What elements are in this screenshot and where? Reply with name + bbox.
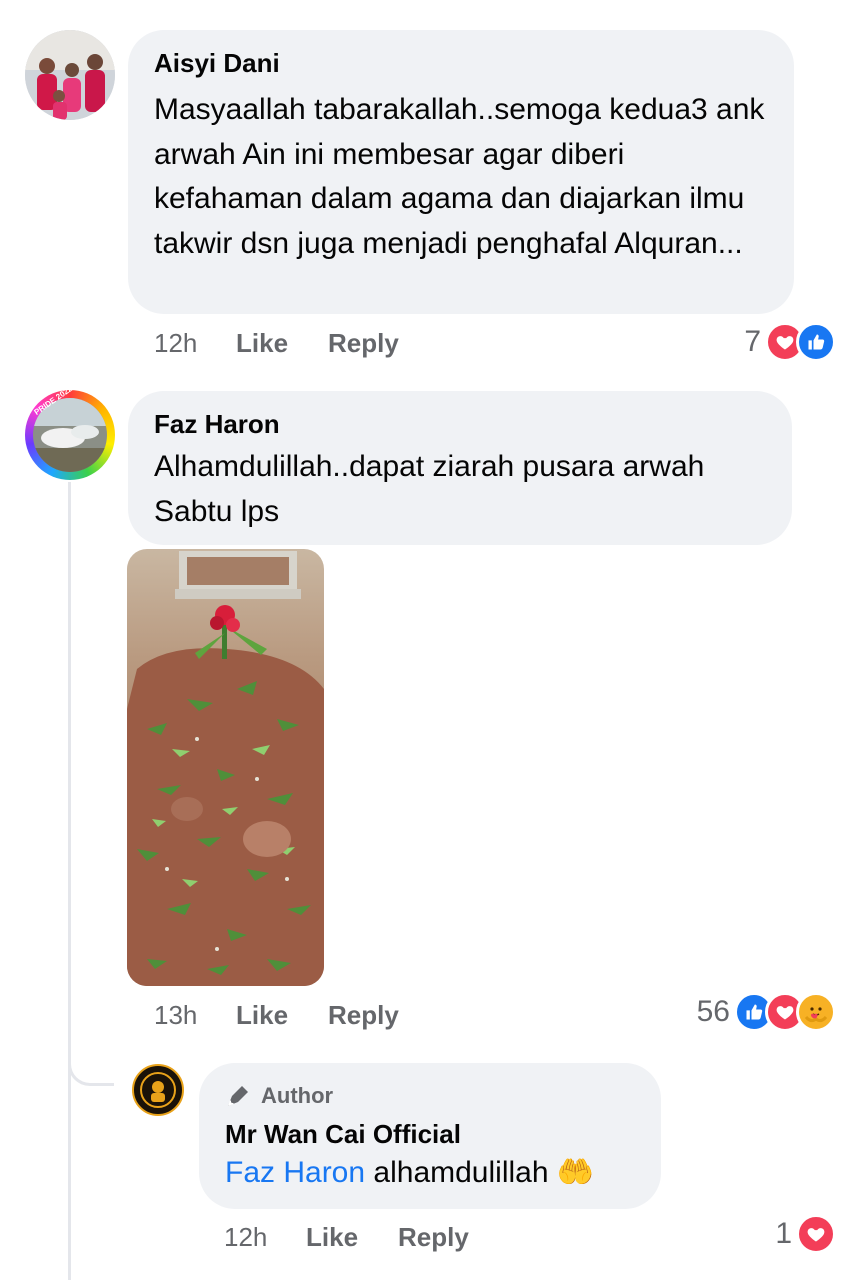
like-button[interactable]: Like xyxy=(236,328,328,359)
thread-line xyxy=(68,482,71,1280)
comment-time[interactable]: 12h xyxy=(154,328,236,359)
avatar-faz-haron[interactable]: PRIDE 2022 xyxy=(25,390,115,480)
reply-text-row: Faz Haron alhamdulillah 🤲 xyxy=(225,1153,594,1193)
reply-bubble[interactable]: Author Mr Wan Cai Official Faz Haron alh… xyxy=(199,1063,661,1209)
reaction-summary[interactable]: 1 xyxy=(775,1214,836,1254)
reply-text: alhamdulillah xyxy=(373,1156,549,1189)
reaction-count: 7 xyxy=(744,325,761,358)
love-icon xyxy=(796,1214,836,1254)
reply-actions: 12h Like Reply xyxy=(224,1220,469,1254)
mention-link[interactable]: Faz Haron xyxy=(225,1156,365,1189)
comment-text: Masyaallah tabarakallah..semoga kedua3 a… xyxy=(154,93,765,260)
comment-bubble[interactable]: Aisyi Dani Masyaallah tabarakallah..semo… xyxy=(128,30,794,314)
reply-time[interactable]: 12h xyxy=(224,1222,306,1253)
author-badge-label: Author xyxy=(261,1083,334,1108)
reply-button[interactable]: Reply xyxy=(328,328,399,359)
comment-time[interactable]: 13h xyxy=(154,1000,236,1031)
like-button[interactable]: Like xyxy=(306,1222,398,1253)
comment-text: Alhamdulillah..dapat ziarah pusara arwah… xyxy=(154,450,705,528)
like-icon xyxy=(796,322,836,362)
thread-branch xyxy=(68,1040,114,1086)
comment-actions: 12h Like Reply xyxy=(154,326,399,360)
care-icon xyxy=(796,992,836,1032)
reply-button[interactable]: Reply xyxy=(328,1000,399,1031)
open-hands-emoji-icon: 🤲 xyxy=(556,1155,595,1190)
author-badge: Author xyxy=(225,1083,333,1109)
avatar-aisyi-dani[interactable] xyxy=(25,30,115,120)
reaction-count: 1 xyxy=(775,1217,792,1250)
reaction-summary[interactable]: 56 xyxy=(697,992,836,1032)
reply-button[interactable]: Reply xyxy=(398,1222,469,1253)
like-button[interactable]: Like xyxy=(236,1000,328,1031)
reaction-count: 56 xyxy=(696,995,730,1028)
pen-icon xyxy=(225,1083,253,1109)
avatar-mr-wan-cai-official[interactable] xyxy=(132,1064,184,1116)
reaction-summary[interactable]: 7 xyxy=(744,322,836,362)
comment-photo[interactable] xyxy=(127,549,324,986)
comment-actions: 13h Like Reply xyxy=(154,998,399,1032)
reply-author[interactable]: Mr Wan Cai Official xyxy=(225,1119,461,1150)
comment-author[interactable]: Faz Haron xyxy=(154,409,280,440)
comment-bubble[interactable]: Faz Haron Alhamdulillah..dapat ziarah pu… xyxy=(128,391,792,545)
comment-author[interactable]: Aisyi Dani xyxy=(154,48,280,79)
